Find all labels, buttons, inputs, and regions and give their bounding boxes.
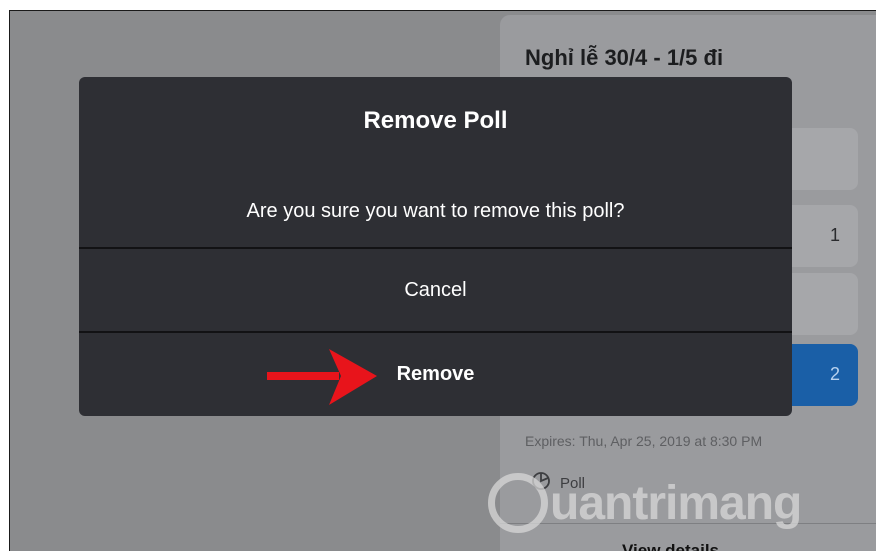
red-arrow-icon (267, 349, 377, 405)
remove-button[interactable]: Remove (79, 333, 792, 415)
vote-count: 2 (829, 364, 840, 384)
poll-title: Nghỉ lễ 30/4 - 1/5 đi (525, 45, 724, 70)
dialog-title: Remove Poll (363, 107, 508, 134)
vote-count: 1 (829, 225, 840, 245)
remove-poll-dialog: Remove Poll Are you sure you want to rem… (79, 77, 792, 416)
dialog-message: Are you sure you want to remove this pol… (246, 200, 625, 222)
expires-text: Expires: Thu, Apr 25, 2019 at 8:30 PM (525, 433, 763, 449)
cancel-button[interactable]: Cancel (79, 249, 792, 331)
watermark: uantrimang (488, 473, 802, 533)
watermark-text: uantrimang (550, 476, 802, 530)
watermark-logo-icon (488, 473, 548, 533)
